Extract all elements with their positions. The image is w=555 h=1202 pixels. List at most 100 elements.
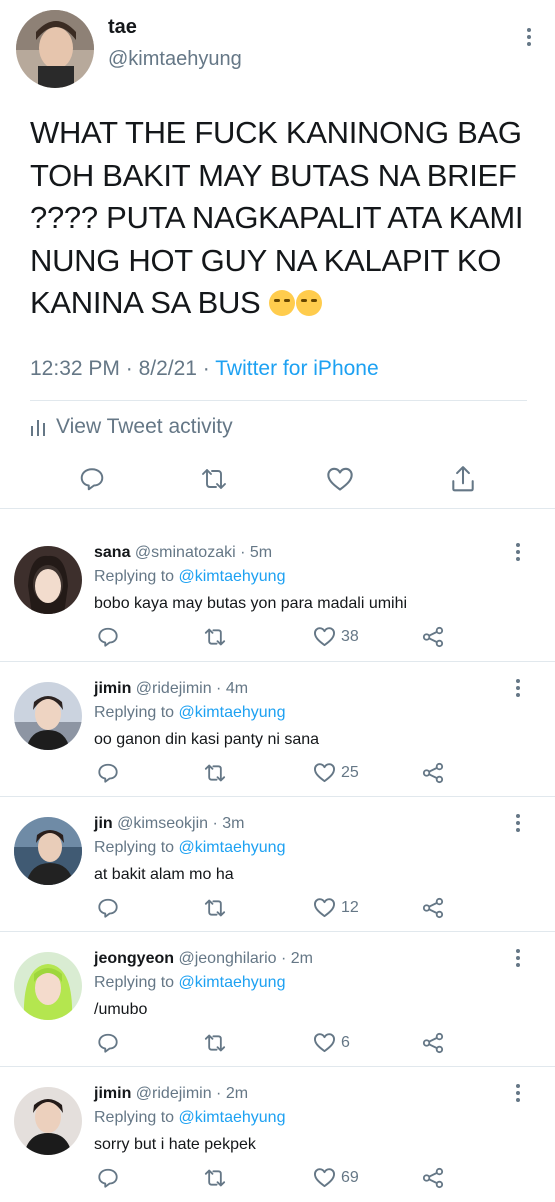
reply-avatar[interactable]: [14, 817, 82, 885]
like-count: 25: [341, 764, 359, 781]
more-options-icon[interactable]: [515, 814, 521, 832]
reply-name[interactable]: jimin: [94, 680, 131, 697]
reply-header: jin @kimseokjin · 3m: [94, 815, 245, 832]
like-icon[interactable]: [313, 762, 336, 783]
replying-label: Replying to: [94, 568, 175, 585]
reply-header: sana @sminatozaki · 5m: [94, 544, 273, 561]
retweet-icon[interactable]: [203, 627, 227, 647]
tweet-time: 12:32 PM: [30, 357, 120, 380]
retweet-icon[interactable]: [203, 898, 227, 918]
like-count: 12: [341, 899, 359, 916]
reply-avatar[interactable]: [14, 952, 82, 1020]
reply-handle[interactable]: @ridejimin: [136, 1085, 212, 1102]
reply-handle[interactable]: @sminatozaki: [135, 544, 236, 561]
share-icon[interactable]: [450, 465, 476, 493]
more-options-icon[interactable]: [515, 949, 521, 967]
replying-to: Replying to @kimtaehyung: [94, 839, 285, 857]
like-icon[interactable]: [326, 466, 354, 492]
replying-to: Replying to @kimtaehyung: [94, 704, 285, 722]
reply-header: jimin @ridejimin · 4m: [94, 680, 249, 697]
reply-name[interactable]: jimin: [94, 1085, 131, 1102]
reply-text: /umubo: [94, 1001, 148, 1018]
replying-to: Replying to @kimtaehyung: [94, 1109, 285, 1127]
reply-text: oo ganon din kasi panty ni sana: [94, 731, 320, 748]
main-divider: [0, 508, 555, 509]
reply-item[interactable]: jimin @ridejimin · 4m Replying to @kimta…: [0, 661, 555, 797]
like-count: 69: [341, 1169, 359, 1186]
replying-to: Replying to @kimtaehyung: [94, 568, 285, 586]
share-icon[interactable]: [422, 762, 444, 784]
reply-item[interactable]: sana @sminatozaki · 5m Replying to @kimt…: [0, 526, 555, 661]
reply-item[interactable]: jimin @ridejimin · 2m Replying to @kimta…: [0, 1066, 555, 1202]
reply-name[interactable]: jin: [94, 815, 113, 832]
share-icon[interactable]: [422, 1032, 444, 1054]
like-icon[interactable]: [313, 897, 336, 918]
replying-to: Replying to @kimtaehyung: [94, 974, 285, 992]
reply-time: 3m: [222, 815, 245, 832]
retweet-icon[interactable]: [203, 1033, 227, 1053]
author-name[interactable]: tae: [108, 16, 137, 39]
main-tweet: tae @kimtaehyung WHAT THE FUCK KANINONG …: [0, 0, 555, 508]
like-icon[interactable]: [313, 1167, 336, 1188]
reply-handle[interactable]: @kimseokjin: [117, 815, 208, 832]
reply-icon[interactable]: [97, 626, 119, 648]
tweet-source[interactable]: Twitter for iPhone: [215, 357, 378, 380]
share-icon[interactable]: [422, 1167, 444, 1189]
author-handle[interactable]: @kimtaehyung: [108, 48, 242, 71]
reply-item[interactable]: jeongyeon @jeonghilario · 2m Replying to…: [0, 931, 555, 1067]
retweet-icon[interactable]: [203, 763, 227, 783]
replying-label: Replying to: [94, 839, 175, 856]
reply-text: at bakit alam mo ha: [94, 866, 234, 883]
author-avatar[interactable]: [16, 10, 94, 88]
reply-time: 2m: [290, 950, 313, 967]
more-options-icon[interactable]: [515, 543, 521, 561]
retweet-icon[interactable]: [200, 467, 228, 491]
reply-avatar[interactable]: [14, 682, 82, 750]
reply-actions: 12: [0, 895, 555, 919]
tweet-date: 8/2/21: [138, 357, 197, 380]
replying-label: Replying to: [94, 704, 175, 721]
reply-icon[interactable]: [97, 1167, 119, 1189]
reply-time: 5m: [249, 544, 273, 561]
reply-text: sorry but i hate pekpek: [94, 1136, 256, 1153]
reply-header: jimin @ridejimin · 2m: [94, 1085, 249, 1102]
more-options-icon[interactable]: [515, 679, 521, 697]
replying-label: Replying to: [94, 1109, 175, 1126]
reply-avatar[interactable]: [14, 1087, 82, 1155]
reply-avatar[interactable]: [14, 546, 82, 614]
like-count: 6: [341, 1034, 350, 1051]
tweet-body: WHAT THE FUCK KANINONG BAG TOH BAKIT MAY…: [30, 115, 524, 320]
tweet-meta: 12:32 PM · 8/2/21 · Twitter for iPhone: [30, 357, 379, 380]
reply-handle[interactable]: @jeonghilario: [178, 950, 276, 967]
reply-handle[interactable]: @ridejimin: [136, 680, 212, 697]
replying-to-handle[interactable]: @kimtaehyung: [179, 1109, 286, 1126]
like-icon[interactable]: [313, 1032, 336, 1053]
reply-item[interactable]: jin @kimseokjin · 3m Replying to @kimtae…: [0, 796, 555, 932]
view-activity-link[interactable]: View Tweet activity: [30, 415, 233, 439]
retweet-icon[interactable]: [203, 1168, 227, 1188]
reply-icon[interactable]: [97, 897, 119, 919]
reply-name[interactable]: sana: [94, 544, 130, 561]
reply-name[interactable]: jeongyeon: [94, 950, 174, 967]
like-icon[interactable]: [313, 626, 336, 647]
analytics-icon: [31, 420, 45, 436]
loudly-crying-face-icon: [295, 290, 322, 316]
more-options-icon[interactable]: [515, 1084, 521, 1102]
reply-icon[interactable]: [97, 762, 119, 784]
reply-icon[interactable]: [97, 1032, 119, 1054]
divider: [30, 400, 527, 401]
like-count: 38: [341, 628, 359, 645]
replying-to-handle[interactable]: @kimtaehyung: [179, 568, 286, 585]
replying-to-handle[interactable]: @kimtaehyung: [179, 839, 286, 856]
replying-label: Replying to: [94, 974, 175, 991]
reply-time: 4m: [225, 680, 249, 697]
replying-to-handle[interactable]: @kimtaehyung: [179, 974, 286, 991]
reply-time: 2m: [225, 1085, 249, 1102]
reply-icon[interactable]: [79, 466, 105, 492]
reply-actions: 38: [0, 624, 555, 648]
share-icon[interactable]: [422, 626, 444, 648]
reply-actions: 25: [0, 760, 555, 784]
more-options-icon[interactable]: [526, 28, 532, 46]
replying-to-handle[interactable]: @kimtaehyung: [179, 704, 286, 721]
share-icon[interactable]: [422, 897, 444, 919]
